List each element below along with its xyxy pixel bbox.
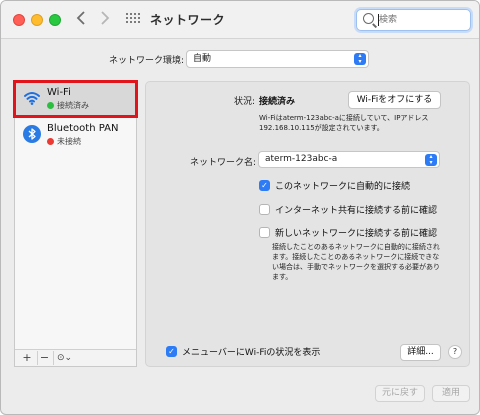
service-name: Bluetooth PAN (47, 123, 119, 134)
option-label: 新しいネットワークに接続する前に確認 (275, 229, 438, 239)
forward-arrow-icon[interactable] (96, 10, 114, 30)
search-input[interactable] (379, 12, 465, 28)
bluetooth-icon (23, 125, 41, 143)
option-label: インターネット共有に接続する前に確認 (275, 206, 438, 216)
help-button[interactable]: ? (448, 345, 462, 359)
network-name-label: ネットワーク名: (190, 158, 257, 168)
remove-service-button[interactable]: − (37, 351, 51, 365)
connected-status-dot (47, 102, 54, 109)
close-window-button[interactable] (13, 14, 25, 26)
network-name-value: aterm-123abc-a (265, 154, 338, 164)
advanced-button[interactable]: 詳細... (400, 344, 441, 361)
checkbox-checked[interactable]: ✓ (259, 180, 270, 191)
wifi-detail-panel: 状況: 接続済み Wi-Fiをオフにする Wi-Fiはaterm-123abc-… (145, 81, 470, 367)
action-menu-button[interactable]: ⊙⌄ (53, 351, 75, 365)
option-label: このネットワークに自動的に接続 (275, 182, 411, 192)
add-service-button[interactable]: + (20, 351, 34, 365)
network-name-select[interactable]: aterm-123abc-a ▴ ▾ (258, 151, 440, 168)
service-list-toolbar: + − ⊙⌄ (15, 349, 136, 366)
turn-wifi-off-button[interactable]: Wi-Fiをオフにする (348, 91, 441, 109)
checkbox-unchecked[interactable] (259, 204, 270, 215)
join-description: 接続したことのあるネットワークに自動的に接続されます。接続したことのあるネットワ… (272, 243, 440, 281)
service-item-wifi[interactable]: Wi-Fi 接続済み (13, 80, 138, 118)
location-value: 自動 (193, 54, 212, 64)
revert-button[interactable]: 元に戻す (375, 385, 425, 402)
status-label: 状況: (234, 97, 256, 107)
select-stepper-icon: ▴ ▾ (354, 53, 366, 65)
title-bar: ネットワーク (1, 1, 479, 39)
network-preferences-window: ネットワーク ネットワーク環境: 自動 ▴▾ Wi-Fi 接続済み (0, 0, 480, 415)
wifi-icon (23, 89, 41, 107)
search-field[interactable] (356, 9, 471, 31)
search-icon (363, 13, 374, 24)
zoom-window-button[interactable] (49, 14, 61, 26)
service-name: Wi-Fi (47, 87, 71, 98)
status-description: Wi-Fiはaterm-123abc-aに接続していて、IPアドレス 192.1… (259, 114, 429, 132)
disconnected-status-dot (47, 138, 54, 145)
window-title: ネットワーク (150, 13, 226, 27)
option-label: メニューバーにWi-Fiの状況を表示 (182, 348, 321, 358)
minimize-window-button[interactable] (31, 14, 43, 26)
location-label: ネットワーク環境: (109, 56, 185, 66)
apply-button[interactable]: 適用 (432, 385, 470, 402)
location-select[interactable]: 自動 ▴ ▾ (186, 50, 369, 68)
back-arrow-icon[interactable] (72, 10, 90, 30)
status-value: 接続済み (259, 97, 296, 107)
show-all-grid-icon[interactable] (126, 13, 140, 27)
service-list: Wi-Fi 接続済み Bluetooth PAN 未接続 + − ⊙⌄ (13, 80, 138, 367)
checkbox-unchecked[interactable] (259, 227, 270, 238)
select-stepper-icon: ▴ ▾ (425, 154, 437, 166)
service-item-bluetooth-pan[interactable]: Bluetooth PAN 未接続 (15, 118, 136, 148)
service-status: 接続済み (47, 100, 89, 111)
checkbox-checked[interactable]: ✓ (166, 346, 177, 357)
service-status: 未接続 (47, 136, 81, 147)
